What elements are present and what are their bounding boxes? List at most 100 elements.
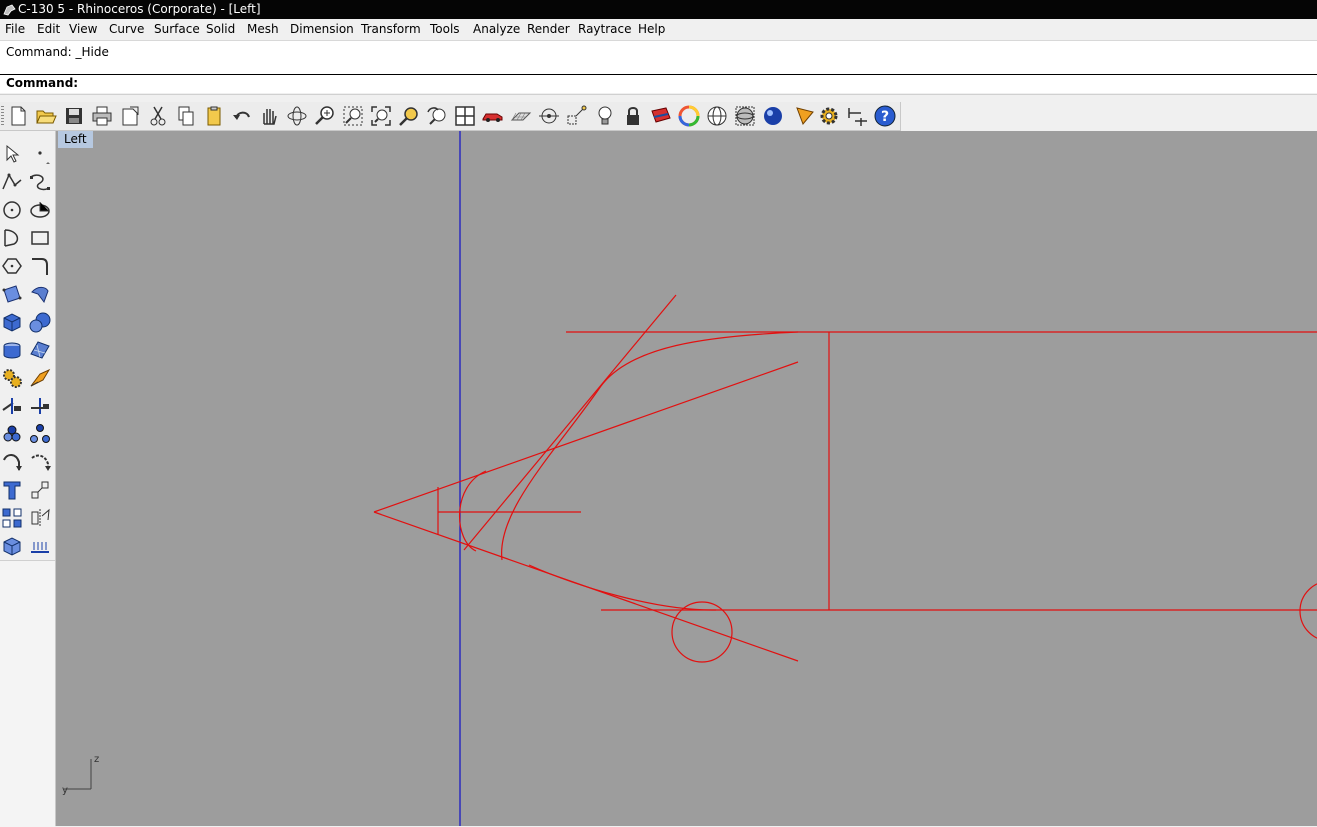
toolbar-grip[interactable] — [1, 106, 4, 126]
menu-view[interactable]: View — [66, 19, 100, 40]
shaded-button[interactable] — [733, 104, 757, 128]
viewport-title[interactable]: Left — [58, 131, 93, 148]
car-button[interactable] — [481, 104, 505, 128]
menu-transform[interactable]: Transform — [358, 19, 424, 40]
sphere-solid-icon — [29, 312, 51, 333]
menu-solid[interactable]: Solid — [203, 19, 238, 40]
nose-lower-curve[interactable] — [528, 564, 717, 611]
sphere-solid-tool[interactable] — [28, 310, 52, 334]
wireframe-button[interactable] — [705, 104, 729, 128]
export-button[interactable] — [118, 104, 142, 128]
snap-button[interactable] — [565, 104, 589, 128]
rotate-view-icon — [287, 106, 307, 126]
select-tool[interactable] — [0, 142, 24, 166]
cylinder-solid-tool[interactable] — [0, 338, 24, 362]
right-edge-circle[interactable] — [1299, 581, 1317, 641]
lock-icon — [627, 107, 639, 125]
main-tool-palette — [0, 131, 56, 827]
boolean-gear-tool[interactable] — [0, 366, 24, 390]
zoom-dynamic-button[interactable] — [313, 104, 337, 128]
menu-render[interactable]: Render — [524, 19, 573, 40]
ellipse-tool[interactable] — [28, 198, 52, 222]
dimension-tool-button[interactable] — [845, 104, 869, 128]
render-settings-icon — [796, 107, 814, 125]
polyline-tool[interactable] — [0, 170, 24, 194]
dimension-tool[interactable] — [28, 534, 52, 558]
undo-view-button[interactable] — [425, 104, 449, 128]
menu-raytrace[interactable]: Raytrace — [575, 19, 635, 40]
ellipse-icon — [30, 202, 50, 218]
move-tool[interactable] — [28, 450, 52, 474]
curve-tool[interactable] — [28, 170, 52, 194]
explode-tool[interactable] — [28, 366, 52, 390]
menu-curve[interactable]: Curve — [106, 19, 147, 40]
rectangle-tool[interactable] — [28, 226, 52, 250]
trim-tool[interactable] — [0, 394, 24, 418]
polygon-icon — [2, 258, 22, 274]
split-tool[interactable] — [28, 394, 52, 418]
planar-surface-tool[interactable] — [28, 338, 52, 362]
left-viewport[interactable]: z y Left — [56, 131, 1317, 826]
help-button[interactable]: ? — [873, 104, 897, 128]
cplane-box-tool[interactable] — [0, 534, 24, 558]
ungroup-tool[interactable] — [28, 422, 52, 446]
array-tool[interactable] — [0, 506, 24, 530]
fillet-curve-tool[interactable] — [28, 254, 52, 278]
cplane-icon — [539, 108, 559, 124]
polyline-icon — [2, 173, 22, 190]
surface-from-points-tool[interactable] — [0, 282, 24, 306]
four-viewports-button[interactable] — [453, 104, 477, 128]
new-file-button[interactable] — [6, 104, 30, 128]
scale-tool[interactable] — [28, 478, 52, 502]
text-tool[interactable] — [0, 478, 24, 502]
menu-mesh[interactable]: Mesh — [244, 19, 282, 40]
menu-dimension[interactable]: Dimension — [287, 19, 357, 40]
pan-button[interactable] — [257, 104, 281, 128]
menu-analyze[interactable]: Analyze — [470, 19, 523, 40]
undo-button[interactable] — [230, 104, 254, 128]
nose-upper-curve[interactable] — [501, 331, 799, 561]
menu-file[interactable]: File — [2, 19, 28, 40]
zoom-window-button[interactable] — [341, 104, 365, 128]
mirror-icon — [31, 508, 50, 527]
save-button[interactable] — [62, 104, 86, 128]
copy-button[interactable] — [174, 104, 198, 128]
rendered-button[interactable] — [761, 104, 785, 128]
box-solid-tool[interactable] — [0, 310, 24, 334]
zoom-extents-button[interactable] — [369, 104, 393, 128]
rotate-view-button[interactable] — [285, 104, 309, 128]
cut-icon — [150, 106, 166, 126]
mirror-tool[interactable] — [28, 506, 52, 530]
layer-button[interactable] — [649, 104, 673, 128]
grid-plane-button[interactable] — [509, 104, 533, 128]
menu-surface[interactable]: Surface — [151, 19, 203, 40]
group-tool[interactable] — [0, 422, 24, 446]
loft-surface-tool[interactable] — [28, 282, 52, 306]
polygon-tool[interactable] — [0, 254, 24, 278]
arc-tool[interactable] — [0, 226, 24, 250]
render-settings-button[interactable] — [793, 104, 817, 128]
open-button[interactable] — [34, 104, 58, 128]
options-button[interactable] — [817, 104, 841, 128]
menu-bar: File Edit View Curve Surface Solid Mesh … — [0, 19, 1317, 41]
print-button[interactable] — [90, 104, 114, 128]
viewport-geometry[interactable]: z y — [56, 131, 1317, 826]
menu-edit[interactable]: Edit — [34, 19, 63, 40]
save-icon — [66, 108, 82, 124]
cplane-button[interactable] — [537, 104, 561, 128]
paste-button[interactable] — [202, 104, 226, 128]
rotate-tool[interactable] — [0, 450, 24, 474]
menu-help[interactable]: Help — [635, 19, 668, 40]
trim-icon — [2, 398, 21, 414]
cut-button[interactable] — [146, 104, 170, 128]
color-wheel-button[interactable] — [677, 104, 701, 128]
circle-tool[interactable] — [0, 198, 24, 222]
point-tool[interactable] — [28, 142, 52, 166]
menu-tools[interactable]: Tools — [427, 19, 463, 40]
zoom-selected-button[interactable] — [397, 104, 421, 128]
lock-button[interactable] — [621, 104, 645, 128]
light-button[interactable] — [593, 104, 617, 128]
command-input[interactable] — [72, 76, 1302, 91]
lower-nose-circle[interactable] — [671, 601, 733, 663]
snap-icon — [567, 105, 587, 125]
